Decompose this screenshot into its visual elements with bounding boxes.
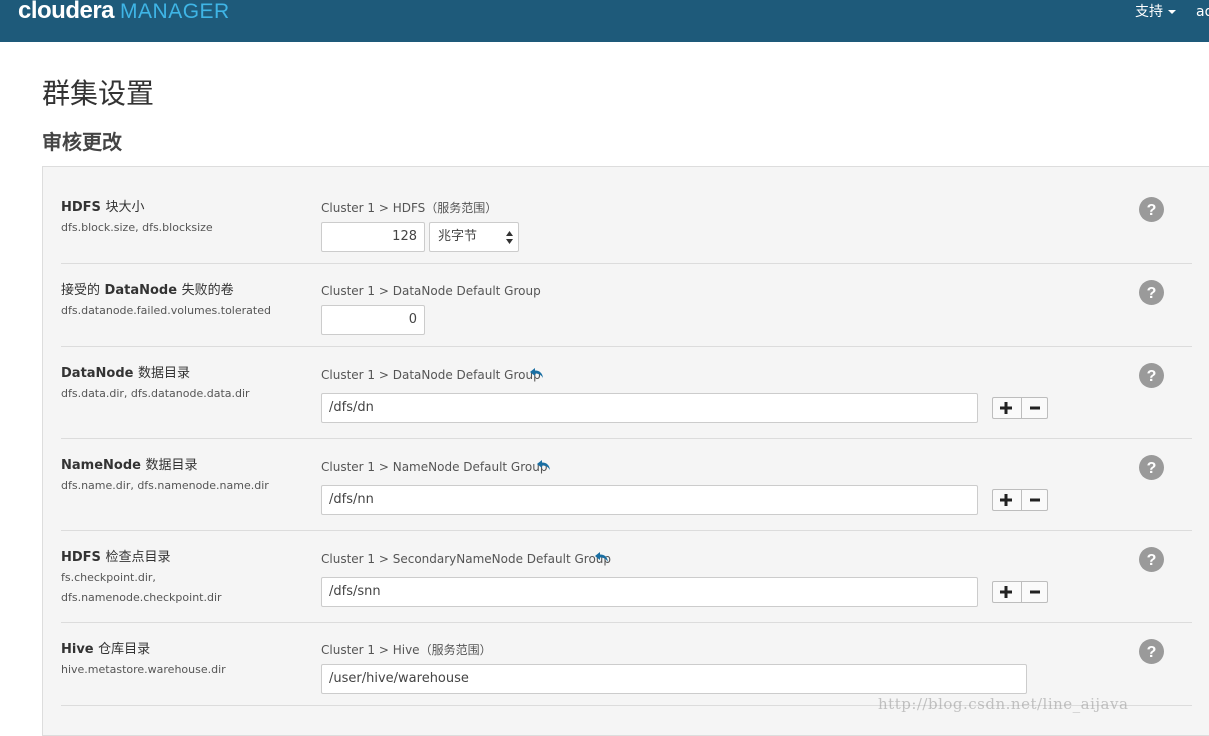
label-cn: 块大小 — [105, 200, 145, 215]
top-navbar: clouderaMANAGER 支持 ad — [0, 0, 1209, 42]
remove-dir-button[interactable] — [1021, 582, 1047, 602]
row-divider — [61, 346, 1192, 347]
property-key: dfs.name.dir, dfs.namenode.name.dir — [61, 479, 269, 492]
undo-arrow-icon[interactable] — [537, 459, 551, 471]
scope-label: Cluster 1 > DataNode Default Group — [321, 284, 541, 298]
undo-arrow-icon[interactable] — [530, 367, 544, 379]
checkpoint-dir-input[interactable]: /dfs/snn — [321, 577, 978, 607]
failed-volumes-input[interactable]: 0 — [321, 305, 425, 335]
label-strong: HDFS — [61, 200, 101, 215]
label-strong: DataNode — [104, 283, 178, 298]
user-menu[interactable]: ad — [1196, 3, 1209, 21]
label-cn: 数据目录 — [145, 458, 198, 473]
question-circle-icon[interactable]: ? — [1139, 455, 1164, 480]
question-circle-icon[interactable]: ? — [1139, 197, 1164, 222]
dir-add-remove-group — [992, 489, 1048, 511]
property-key-2: dfs.namenode.checkpoint.dir — [61, 591, 222, 604]
property-key: dfs.data.dir, dfs.datanode.data.dir — [61, 387, 250, 400]
scope-label: Cluster 1 > SecondaryNameNode Default Gr… — [321, 552, 612, 566]
svg-text:?: ? — [1147, 368, 1157, 385]
row-divider — [61, 438, 1192, 439]
scope-label: Cluster 1 > DataNode Default Group — [321, 368, 541, 382]
page-title: 群集设置 — [42, 77, 155, 110]
add-dir-button[interactable] — [993, 398, 1020, 418]
row-divider — [61, 263, 1192, 264]
remove-dir-button[interactable] — [1021, 490, 1047, 510]
scope-label: Cluster 1 > Hive（服务范围） — [321, 643, 492, 657]
hive-warehouse-input[interactable]: /user/hive/warehouse — [321, 664, 1027, 694]
property-key: dfs.block.size, dfs.blocksize — [61, 221, 213, 234]
question-circle-icon[interactable]: ? — [1139, 639, 1164, 664]
property-label: NameNode 数据目录 — [61, 458, 198, 474]
property-label: HDFS 检查点目录 — [61, 550, 170, 566]
review-panel — [42, 166, 1209, 736]
plus-icon — [1000, 402, 1012, 414]
row-divider — [61, 530, 1192, 531]
svg-text:?: ? — [1147, 202, 1157, 219]
select-arrows-icon — [506, 231, 513, 244]
label-strong: NameNode — [61, 458, 141, 473]
undo-arrow-icon[interactable] — [595, 551, 609, 563]
plus-icon — [1000, 586, 1012, 598]
question-circle-icon[interactable]: ? — [1139, 363, 1164, 388]
label-strong: Hive — [61, 642, 94, 657]
property-key: dfs.datanode.failed.volumes.tolerated — [61, 304, 271, 317]
label-strong: HDFS — [61, 550, 101, 565]
watermark: http://blog.csdn.net/line_aijava — [878, 695, 1129, 713]
row-divider — [61, 622, 1192, 623]
label-cn: 仓库目录 — [98, 642, 151, 657]
unit-select[interactable]: 兆字节 — [429, 222, 519, 252]
svg-text:?: ? — [1147, 644, 1157, 661]
svg-text:?: ? — [1147, 285, 1157, 302]
property-label: HDFS 块大小 — [61, 200, 144, 216]
scope-label: Cluster 1 > HDFS（服务范围） — [321, 201, 498, 215]
scope-label: Cluster 1 > NameNode Default Group — [321, 460, 548, 474]
namenode-dir-input[interactable]: /dfs/nn — [321, 485, 978, 515]
label-cn: 检查点目录 — [105, 550, 171, 565]
brand-main: cloudera — [18, 0, 115, 24]
minus-icon — [1030, 498, 1040, 502]
dir-add-remove-group — [992, 397, 1048, 419]
svg-text:?: ? — [1147, 460, 1157, 477]
property-label: 接受的 DataNode 失败的卷 — [61, 283, 234, 299]
label-strong: DataNode — [61, 366, 134, 381]
minus-icon — [1030, 590, 1040, 594]
datanode-dir-input[interactable]: /dfs/dn — [321, 393, 978, 423]
chevron-down-icon — [1168, 10, 1176, 14]
property-key: fs.checkpoint.dir, — [61, 571, 156, 584]
support-label: 支持 — [1135, 4, 1163, 20]
section-title: 审核更改 — [42, 130, 122, 154]
minus-icon — [1030, 406, 1040, 410]
block-size-input[interactable]: 128 — [321, 222, 425, 252]
question-circle-icon[interactable]: ? — [1139, 280, 1164, 305]
label-cn: 数据目录 — [138, 366, 191, 381]
brand-logo[interactable]: cloudera MANAGER — [18, 0, 230, 29]
brand-sub: MANAGER — [120, 0, 230, 23]
label-cn: 失败的卷 — [181, 283, 234, 298]
plus-icon — [1000, 494, 1012, 506]
unit-select-value: 兆字节 — [438, 229, 478, 244]
svg-text:?: ? — [1147, 552, 1157, 569]
support-menu[interactable]: 支持 — [1135, 3, 1176, 21]
add-dir-button[interactable] — [993, 490, 1020, 510]
property-label: Hive 仓库目录 — [61, 642, 150, 658]
remove-dir-button[interactable] — [1021, 398, 1047, 418]
label-cn-pre: 接受的 — [61, 283, 101, 298]
question-circle-icon[interactable]: ? — [1139, 547, 1164, 572]
add-dir-button[interactable] — [993, 582, 1020, 602]
property-label: DataNode 数据目录 — [61, 366, 190, 382]
dir-add-remove-group — [992, 581, 1048, 603]
property-key: hive.metastore.warehouse.dir — [61, 663, 226, 676]
